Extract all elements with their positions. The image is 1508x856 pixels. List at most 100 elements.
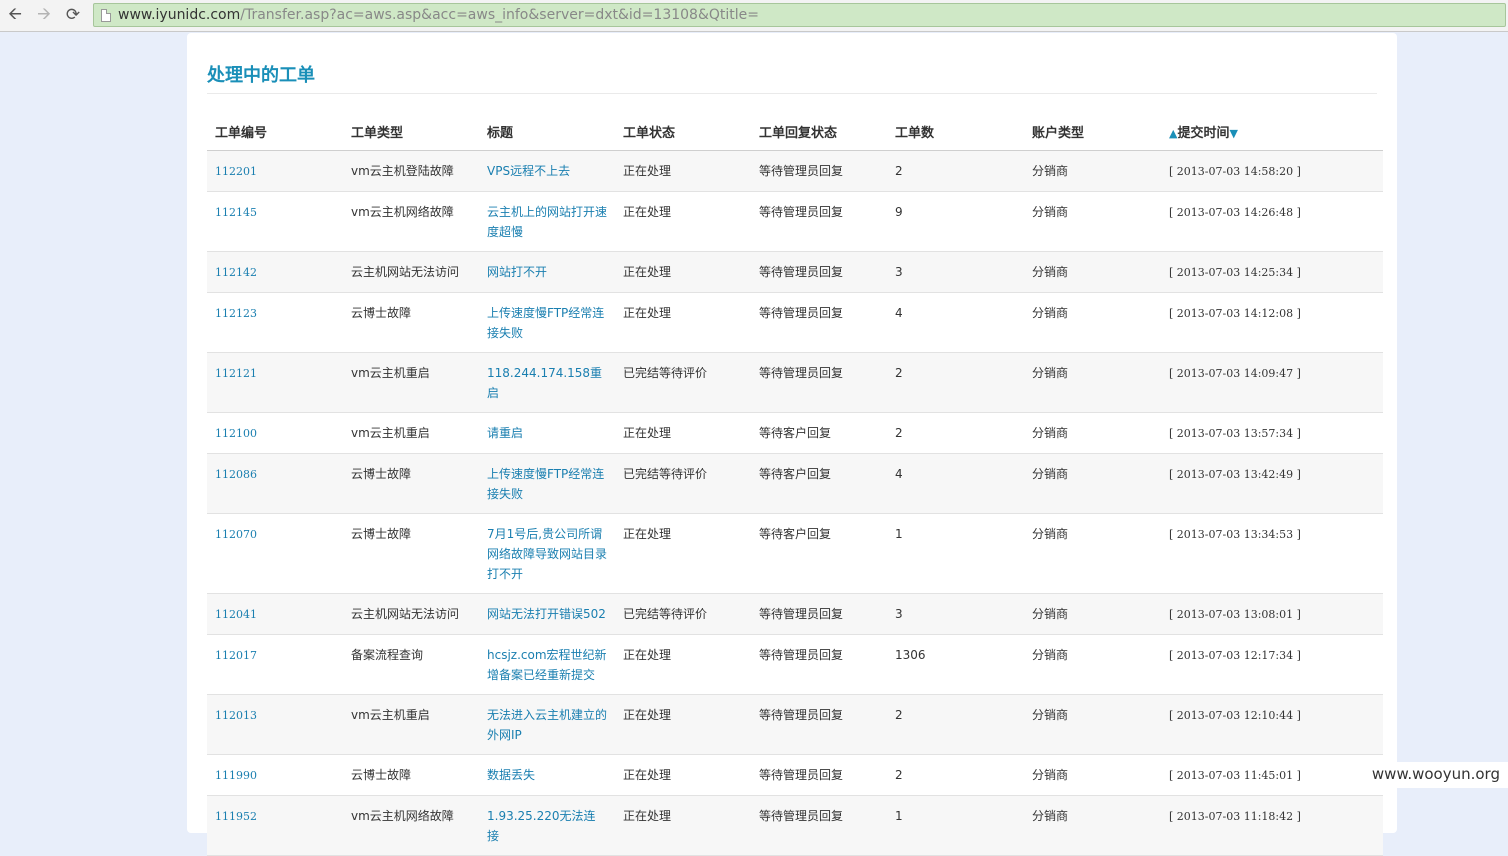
cell-count: 1 bbox=[887, 513, 1024, 594]
submit-time: [ 2013-07-03 13:42:49 ] bbox=[1169, 468, 1301, 481]
ticket-id-link[interactable]: 112121 bbox=[215, 367, 257, 380]
ticket-table-body: 112201 vm云主机登陆故障 VPS远程不上去 正在处理 等待管理员回复 2 分销商[ … bbox=[207, 150, 1383, 856]
cell-id: 112070 bbox=[207, 513, 343, 594]
page-title: 处理中的工单 bbox=[207, 65, 315, 86]
ticket-id-link[interactable]: 112013 bbox=[215, 709, 257, 722]
account-type: 分销商 bbox=[1032, 205, 1069, 219]
ticket-title-link[interactable]: 1.93.25.220无法连接 bbox=[487, 809, 596, 843]
ticket-title-link[interactable]: 云主机上的网站打开速度超慢 bbox=[487, 205, 607, 239]
back-arrow-icon[interactable]: 🡨 bbox=[4, 4, 26, 26]
ticket-id-link[interactable]: 112070 bbox=[215, 528, 257, 541]
ticket-status: 已完结等待评价 bbox=[623, 607, 708, 621]
cell-count: 9 bbox=[887, 191, 1024, 252]
ticket-id-link[interactable]: 112142 bbox=[215, 266, 257, 279]
sort-down-icon[interactable]: ▼ bbox=[1229, 127, 1237, 140]
forward-arrow-icon[interactable]: 🡪 bbox=[33, 4, 55, 26]
cell-count: 2 bbox=[887, 412, 1024, 454]
cell-status: 正在处理 bbox=[615, 292, 751, 353]
ticket-title-link[interactable]: 7月1号后,贵公司所谓网络故障导致网站目录打不开 bbox=[487, 527, 607, 581]
ticket-title-link[interactable]: 上传速度慢FTP经常连接失败 bbox=[487, 467, 604, 501]
account-type: 分销商 bbox=[1032, 265, 1069, 279]
ticket-title-link[interactable]: 数据丢失 bbox=[487, 768, 535, 782]
ticket-title-link[interactable]: hcsjz.com宏程世纪新增备案已经重新提交 bbox=[487, 648, 607, 682]
ticket-reply-status: 等待管理员回复 bbox=[759, 205, 844, 219]
title-divider bbox=[207, 93, 1377, 94]
header-submit-time-label[interactable]: 提交时间 bbox=[1177, 126, 1229, 141]
cell-status: 正在处理 bbox=[615, 412, 751, 454]
header-ticket-type: 工单类型 bbox=[343, 113, 479, 151]
ticket-title-link[interactable]: 118.244.174.158重启 bbox=[487, 366, 602, 400]
cell-count: 2 bbox=[887, 754, 1024, 796]
account-type: 分销商 bbox=[1032, 164, 1069, 178]
ticket-type: vm云主机重启 bbox=[351, 426, 430, 440]
ticket-status: 正在处理 bbox=[623, 426, 672, 440]
header-account-type: 账户类型 bbox=[1024, 113, 1161, 151]
header-ticket-id: 工单编号 bbox=[207, 113, 343, 151]
ticket-status: 正在处理 bbox=[623, 205, 672, 219]
cell-id: 112100 bbox=[207, 412, 343, 454]
table-row: 112142 云主机网站无法访问 网站打不开 正在处理 等待管理员回复 3 分销商 [ 201… bbox=[207, 251, 1383, 293]
ticket-title-link[interactable]: VPS远程不上去 bbox=[487, 164, 570, 178]
cell-time: [ 2013-07-03 13:08:01 ] bbox=[1161, 593, 1383, 635]
ticket-reply-status: 等待管理员回复 bbox=[759, 648, 844, 662]
ticket-title-link[interactable]: 上传速度慢FTP经常连接失败 bbox=[487, 306, 604, 340]
ticket-id-link[interactable]: 112145 bbox=[215, 206, 257, 219]
cell-title: 上传速度慢FTP经常连接失败 bbox=[479, 292, 615, 353]
ticket-title-link[interactable]: 网站打不开 bbox=[487, 265, 547, 279]
cell-id: 112086 bbox=[207, 453, 343, 514]
cell-count: 1306 bbox=[887, 634, 1024, 695]
table-row: 112086 云博士故障 上传速度慢FTP经常连接失败 已完结等待评价 等待客户回复 4 分… bbox=[207, 453, 1383, 514]
account-type: 分销商 bbox=[1032, 648, 1069, 662]
ticket-id-link[interactable]: 112086 bbox=[215, 468, 257, 481]
cell-reply: 等待管理员回复 bbox=[751, 593, 887, 635]
ticket-type: vm云主机重启 bbox=[351, 366, 430, 380]
ticket-status: 正在处理 bbox=[623, 648, 672, 662]
reload-icon[interactable]: ⟳ bbox=[62, 4, 84, 26]
address-bar[interactable]: www.iyunidc.com/Transfer.asp?ac=aws.asp&… bbox=[93, 3, 1506, 27]
account-type: 分销商 bbox=[1032, 768, 1069, 782]
cell-account: 分销商 bbox=[1024, 453, 1161, 514]
submit-time: [ 2013-07-03 14:25:34 ] bbox=[1169, 266, 1301, 279]
ticket-title-link[interactable]: 请重启 bbox=[487, 426, 523, 440]
cell-type: 云主机网站无法访问 bbox=[343, 593, 479, 635]
cell-status: 正在处理 bbox=[615, 634, 751, 695]
ticket-id-link[interactable]: 112041 bbox=[215, 608, 257, 621]
ticket-reply-status: 等待管理员回复 bbox=[759, 366, 844, 380]
cell-count: 1 bbox=[887, 795, 1024, 856]
cell-type: 云博士故障 bbox=[343, 453, 479, 514]
cell-count: 2 bbox=[887, 694, 1024, 755]
cell-title: 网站无法打开错误502 bbox=[479, 593, 615, 635]
ticket-id-link[interactable]: 112017 bbox=[215, 649, 257, 662]
cell-reply: 等待管理员回复 bbox=[751, 352, 887, 413]
url-path: /Transfer.asp?ac=aws.asp&acc=aws_info&se… bbox=[240, 7, 759, 23]
ticket-count: 1 bbox=[895, 527, 903, 541]
table-row: 111952 vm云主机网络故障 1.93.25.220无法连接 正在处理 等待管理员回… bbox=[207, 795, 1383, 856]
ticket-id-link[interactable]: 111952 bbox=[215, 810, 257, 823]
cell-reply: 等待客户回复 bbox=[751, 453, 887, 514]
cell-count: 2 bbox=[887, 352, 1024, 413]
cell-time: [ 2013-07-03 13:34:53 ] bbox=[1161, 513, 1383, 594]
watermark: www.wooyun.org bbox=[1358, 762, 1508, 788]
cell-type: 云博士故障 bbox=[343, 292, 479, 353]
cell-reply: 等待管理员回复 bbox=[751, 795, 887, 856]
cell-type: vm云主机网络故障 bbox=[343, 191, 479, 252]
cell-title: 7月1号后,贵公司所谓网络故障导致网站目录打不开 bbox=[479, 513, 615, 594]
ticket-type: 云博士故障 bbox=[351, 768, 412, 782]
ticket-count: 2 bbox=[895, 366, 903, 380]
ticket-id-link[interactable]: 112100 bbox=[215, 427, 257, 440]
ticket-count: 9 bbox=[895, 205, 903, 219]
ticket-type: vm云主机网络故障 bbox=[351, 205, 454, 219]
ticket-id-link[interactable]: 112123 bbox=[215, 307, 257, 320]
table-row: 112041 云主机网站无法访问 网站无法打开错误502 已完结等待评价 等待管理员回复… bbox=[207, 593, 1383, 635]
ticket-id-link[interactable]: 112201 bbox=[215, 165, 257, 178]
account-type: 分销商 bbox=[1032, 607, 1069, 621]
cell-status: 正在处理 bbox=[615, 694, 751, 755]
ticket-count: 1306 bbox=[895, 648, 926, 662]
account-type: 分销商 bbox=[1032, 366, 1069, 380]
ticket-id-link[interactable]: 111990 bbox=[215, 769, 257, 782]
cell-account: 分销商 bbox=[1024, 412, 1161, 454]
ticket-reply-status: 等待客户回复 bbox=[759, 467, 832, 481]
ticket-status: 正在处理 bbox=[623, 164, 672, 178]
ticket-title-link[interactable]: 无法进入云主机建立的外网IP bbox=[487, 708, 607, 742]
ticket-title-link[interactable]: 网站无法打开错误502 bbox=[487, 607, 606, 621]
